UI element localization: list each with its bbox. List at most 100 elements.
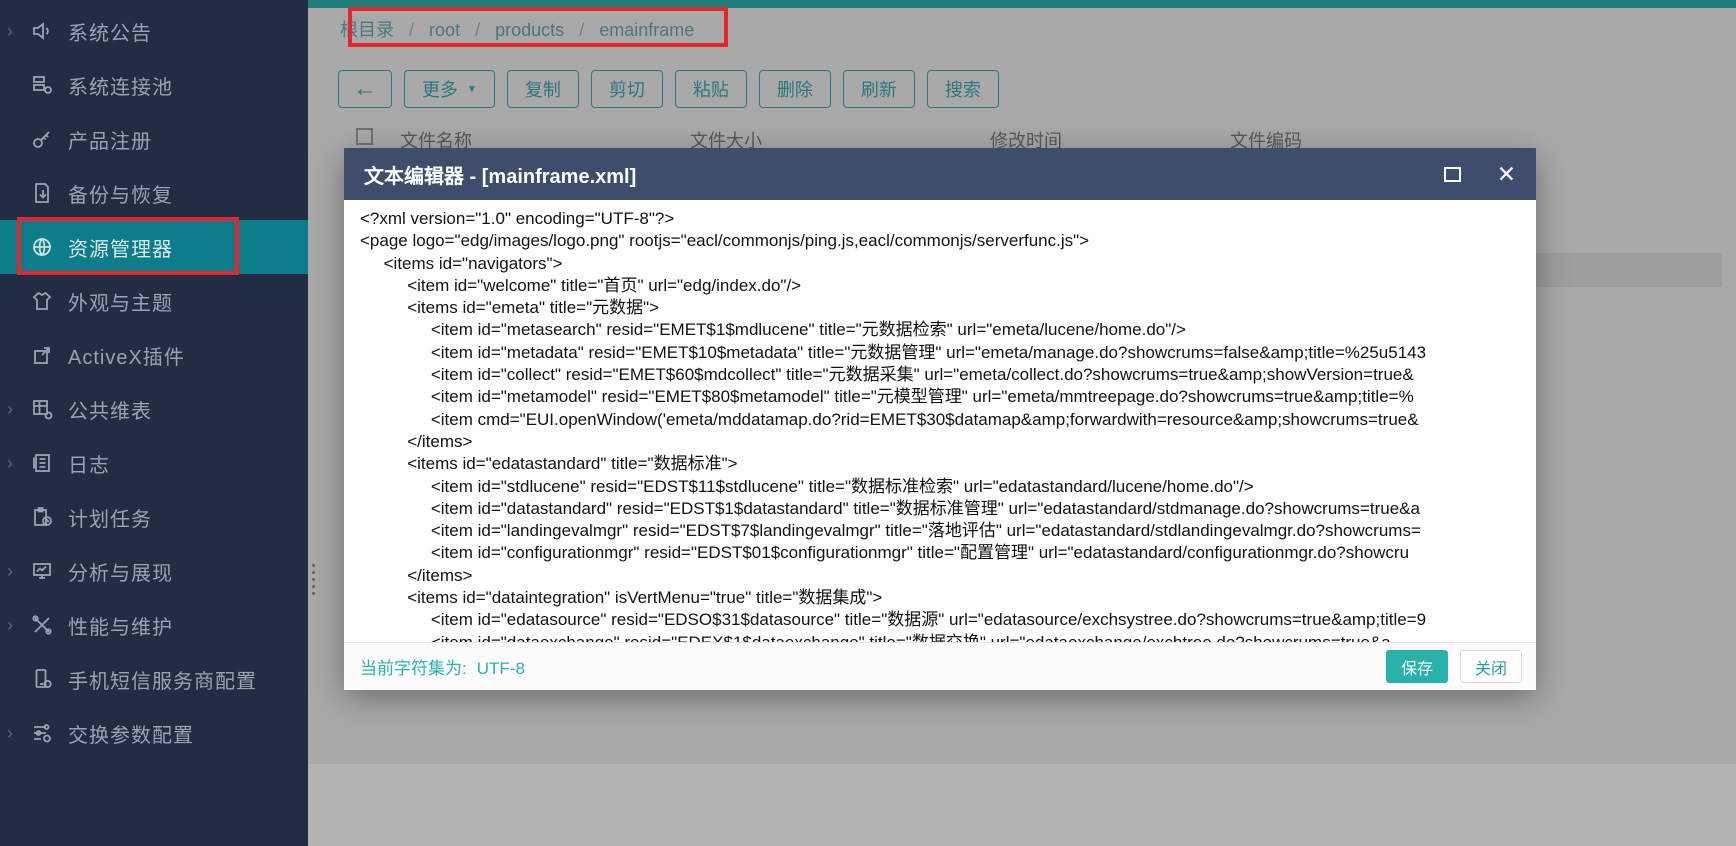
sidebar-item-label: 备份与恢复: [68, 179, 173, 208]
code-line: <?xml version="1.0" encoding="UTF-8"?>: [360, 208, 1536, 230]
sidebar-item-label: 分析与展现: [68, 557, 173, 586]
sidebar-item-sms-provider-config[interactable]: 手机短信服务商配置: [0, 652, 308, 706]
connection-pool-icon: [30, 73, 54, 97]
close-button[interactable]: 关闭: [1460, 650, 1522, 683]
more-button-label: 更多: [422, 76, 458, 102]
sidebar-item-logs[interactable]: › 日志: [0, 436, 308, 490]
delete-button[interactable]: 删除: [759, 70, 831, 108]
breadcrumb-separator: /: [475, 20, 480, 40]
code-line: <item id="metasearch" resid="EMET$1$mdlu…: [360, 319, 1536, 341]
sidebar-item-label: 产品注册: [68, 125, 152, 154]
sidebar-item-appearance-theme[interactable]: 外观与主题: [0, 274, 308, 328]
code-line: <item id="collect" resid="EMET$60$mdcoll…: [360, 364, 1536, 386]
code-line: </items>: [360, 431, 1536, 453]
charset-status: 当前字符集为: UTF-8: [360, 654, 525, 679]
code-line: <item id="edatasource" resid="EDSO$31$da…: [360, 609, 1536, 631]
exchange-params-icon: [30, 721, 54, 745]
sidebar-item-label: 手机短信服务商配置: [68, 665, 257, 694]
dialog-footer: 当前字符集为: UTF-8 保存 关闭: [344, 642, 1536, 690]
sidebar-item-label: 性能与维护: [68, 611, 173, 640]
sidebar-item-public-dimension-table[interactable]: › 公共维表: [0, 382, 308, 436]
sidebar-item-analysis-display[interactable]: › 分析与展现: [0, 544, 308, 598]
code-line: <item id="dataexchange" resid="EDEX$1$da…: [360, 632, 1536, 642]
chevron-right-icon: ›: [7, 724, 27, 742]
page-bottom-area: [308, 764, 1736, 846]
code-line: <items id="navigators">: [360, 253, 1536, 275]
breadcrumb-segment-root-dir[interactable]: 根目录: [340, 20, 394, 40]
code-line: <item id="landingevalmgr" resid="EDST$7$…: [360, 520, 1536, 542]
charset-value: UTF-8: [477, 659, 525, 678]
dialog-title: 文本编辑器 - [mainframe.xml]: [364, 160, 1444, 189]
speaker-icon: [30, 19, 54, 43]
breadcrumb-separator: /: [409, 20, 414, 40]
breadcrumb-segment-root[interactable]: root: [429, 20, 460, 40]
caret-down-icon: ▼: [467, 84, 477, 95]
sidebar: › 系统公告 系统连接池 产品注册 备份与恢复: [0, 0, 308, 846]
sidebar-item-label: 外观与主题: [68, 287, 173, 316]
analysis-icon: [30, 559, 54, 583]
sidebar-item-label: 系统连接池: [68, 71, 173, 100]
code-line: <item id="metadata" resid="EMET$10$metad…: [360, 342, 1536, 364]
dialog-titlebar: 文本编辑器 - [mainframe.xml] ✕: [344, 148, 1536, 200]
back-arrow-icon: ←: [353, 75, 377, 103]
sidebar-item-label: 资源管理器: [68, 233, 173, 262]
close-icon[interactable]: ✕: [1497, 163, 1516, 186]
plugin-icon: [30, 343, 54, 367]
code-line: <item id="datastandard" resid="EDST$1$da…: [360, 498, 1536, 520]
sidebar-item-scheduled-tasks[interactable]: 计划任务: [0, 490, 308, 544]
sidebar-item-label: 公共维表: [68, 395, 152, 424]
code-line: <items id="dataintegration" isVertMenu="…: [360, 587, 1536, 609]
breadcrumb-separator: /: [579, 20, 584, 40]
xml-editor-content[interactable]: <?xml version="1.0" encoding="UTF-8"?> <…: [344, 200, 1536, 642]
app-window: › 系统公告 系统连接池 产品注册 备份与恢复: [0, 0, 1736, 846]
text-editor-dialog: 文本编辑器 - [mainframe.xml] ✕ <?xml version=…: [344, 148, 1536, 690]
toolbar: ← 更多 ▼ 复制 剪切 粘贴 删除 刷新 搜索: [338, 70, 999, 108]
theme-icon: [30, 289, 54, 313]
sidebar-item-system-announcement[interactable]: › 系统公告: [0, 4, 308, 58]
code-line: <page logo="edg/images/logo.png" rootjs=…: [360, 230, 1536, 252]
search-button[interactable]: 搜索: [927, 70, 999, 108]
charset-label: 当前字符集为:: [360, 659, 467, 678]
code-line: </items>: [360, 565, 1536, 587]
maximize-icon[interactable]: [1444, 167, 1461, 182]
breadcrumb-segment-products[interactable]: products: [495, 20, 564, 40]
sidebar-item-resource-manager[interactable]: 资源管理器: [0, 220, 308, 274]
maintenance-icon: [30, 613, 54, 637]
refresh-button[interactable]: 刷新: [843, 70, 915, 108]
code-line: <item id="configurationmgr" resid="EDST$…: [360, 542, 1536, 564]
select-all-checkbox[interactable]: [356, 128, 373, 145]
chevron-right-icon: ›: [7, 22, 27, 40]
code-line: <items id="emeta" title="元数据">: [360, 297, 1536, 319]
sms-provider-icon: [30, 667, 54, 691]
breadcrumb: 根目录 / root / products / emainframe: [340, 16, 694, 42]
sidebar-item-label: 系统公告: [68, 17, 152, 46]
cut-button[interactable]: 剪切: [591, 70, 663, 108]
sidebar-item-connection-pool[interactable]: 系统连接池: [0, 58, 308, 112]
sidebar-item-activex-plugin[interactable]: ActiveX插件: [0, 328, 308, 382]
key-icon: [30, 127, 54, 151]
code-line: <item id="welcome" title="首页" url="edg/i…: [360, 275, 1536, 297]
back-button[interactable]: ←: [338, 70, 392, 108]
code-line: <item cmd="EUI.openWindow('emeta/mddatam…: [360, 409, 1536, 431]
paste-button[interactable]: 粘贴: [675, 70, 747, 108]
sidebar-item-product-registration[interactable]: 产品注册: [0, 112, 308, 166]
code-line: <item id="stdlucene" resid="EDST$11$stdl…: [360, 476, 1536, 498]
sidebar-resize-handle[interactable]: [310, 560, 316, 599]
backup-restore-icon: [30, 181, 54, 205]
more-button[interactable]: 更多 ▼: [404, 70, 495, 108]
sidebar-item-performance-maintenance[interactable]: › 性能与维护: [0, 598, 308, 652]
chevron-right-icon: ›: [7, 562, 27, 580]
code-line: <items id="edatastandard" title="数据标准">: [360, 453, 1536, 475]
content-accent-bar: [308, 0, 1736, 8]
sidebar-item-backup-restore[interactable]: 备份与恢复: [0, 166, 308, 220]
log-icon: [30, 451, 54, 475]
sidebar-item-exchange-params-config[interactable]: › 交换参数配置: [0, 706, 308, 760]
scheduled-task-icon: [30, 505, 54, 529]
sidebar-item-label: ActiveX插件: [68, 341, 185, 370]
save-button[interactable]: 保存: [1386, 650, 1448, 683]
chevron-right-icon: ›: [7, 400, 27, 418]
copy-button[interactable]: 复制: [507, 70, 579, 108]
chevron-right-icon: ›: [7, 616, 27, 634]
breadcrumb-segment-emainframe[interactable]: emainframe: [599, 20, 694, 40]
sidebar-item-label: 交换参数配置: [68, 719, 194, 748]
